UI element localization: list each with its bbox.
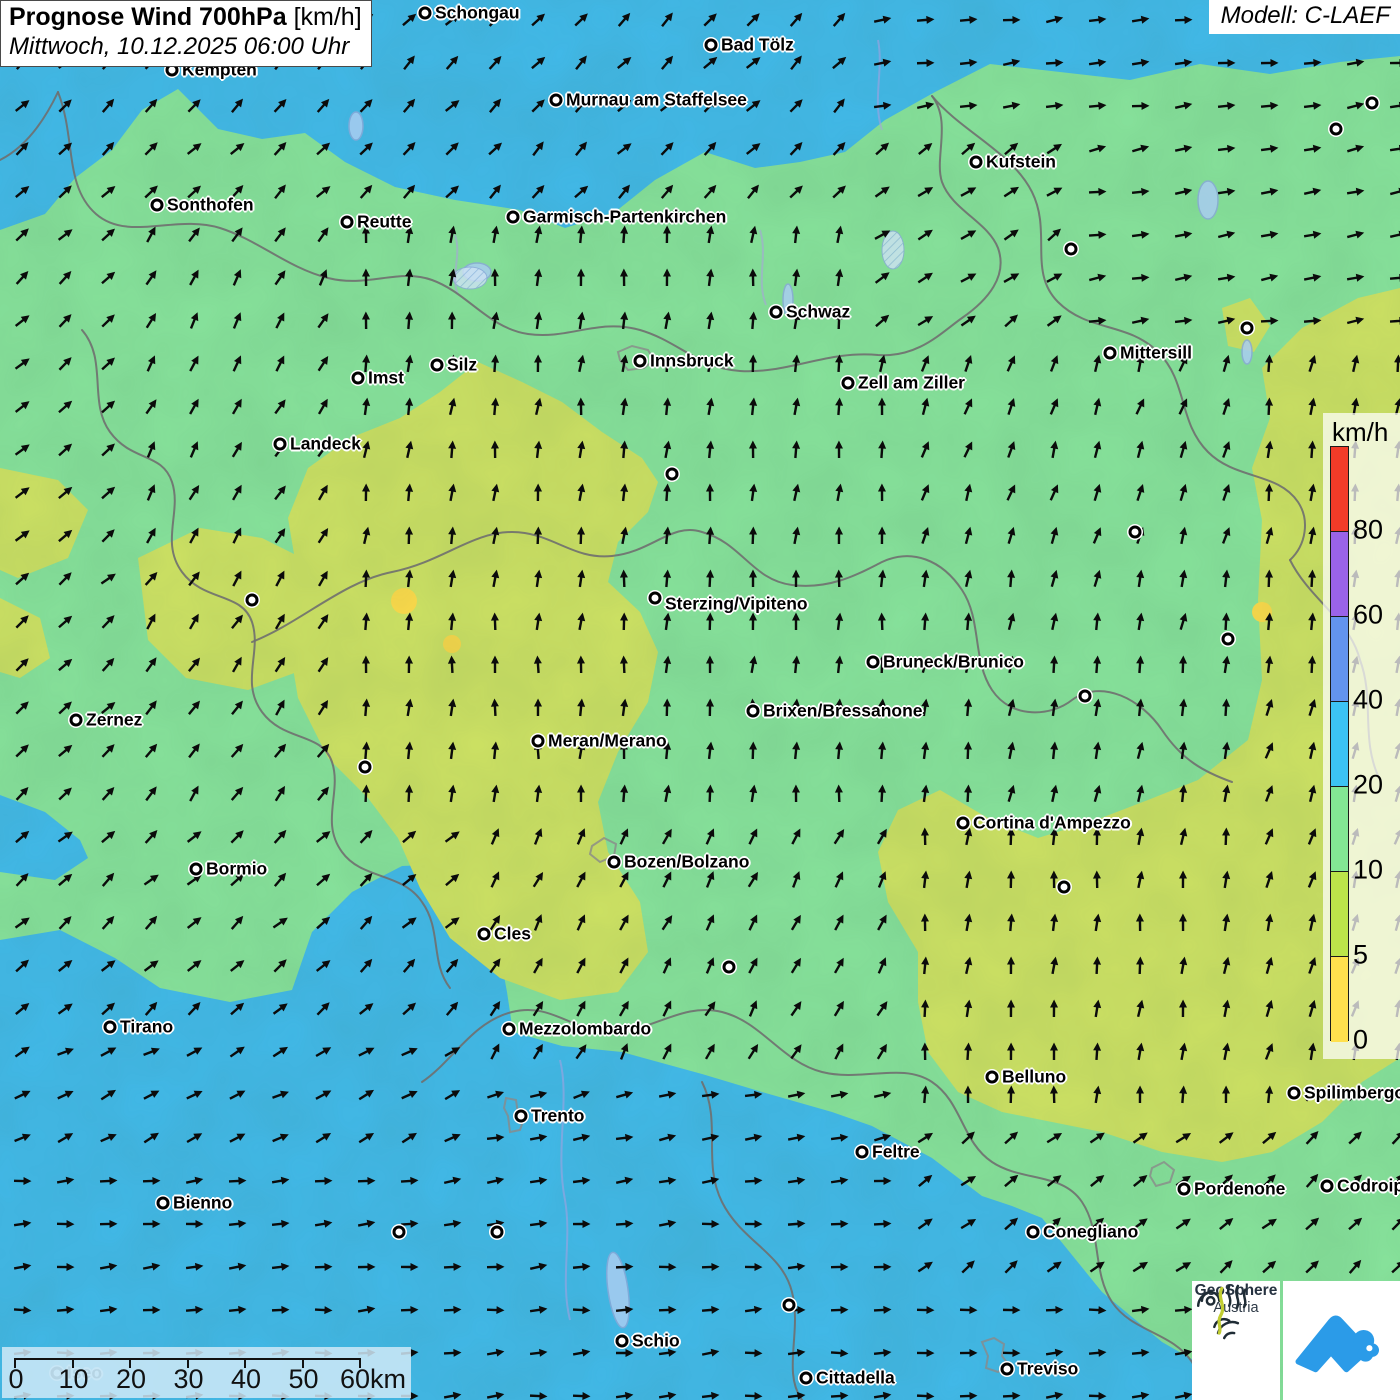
legend-tick-0: 0: [1353, 1024, 1368, 1055]
legend-color-bar: [1330, 446, 1349, 1041]
legend-title: km/h: [1332, 417, 1388, 448]
forecast-datetime: Mittwoch, 10.12.2025 06:00 Uhr: [9, 33, 362, 61]
scale-label-0: 0: [8, 1364, 23, 1395]
legend-segment-5: [1331, 872, 1348, 957]
scale-label-20: 20: [116, 1364, 146, 1395]
legend-segment-0: [1331, 957, 1348, 1042]
mountain-cloud-icon: [1283, 1281, 1379, 1377]
scale-label-30: 30: [173, 1364, 203, 1395]
scale-label-60km: 60km: [340, 1364, 406, 1395]
legend-tick-10: 10: [1353, 854, 1383, 885]
legend-segment-20: [1331, 702, 1348, 787]
forecast-title-box: Prognose Wind 700hPa [km/h] Mittwoch, 10…: [0, 0, 372, 67]
geosphere-logo: GeoSphere Austria: [1192, 1281, 1280, 1400]
legend-tick-60: 60: [1353, 599, 1383, 630]
terrain-shading: [0, 0, 1400, 1400]
legend-tick-20: 20: [1353, 769, 1383, 800]
wind-forecast-map: SchongauBad TölzKemptenMurnau am Staffel…: [0, 0, 1400, 1400]
scale-label-40: 40: [231, 1364, 261, 1395]
mountain-cloud-logo: [1283, 1281, 1400, 1400]
legend-tick-80: 80: [1353, 514, 1383, 545]
scale-label-10: 10: [58, 1364, 88, 1395]
legend-segment-60: [1331, 532, 1348, 617]
legend-segment-80: [1331, 447, 1348, 532]
map-scale-bar: 0 10 20 30 40 50 60km: [2, 1347, 411, 1398]
page-title: Prognose Wind 700hPa [km/h]: [9, 3, 362, 32]
scale-label-50: 50: [288, 1364, 318, 1395]
model-name-box: Modell: C-LAEF: [1209, 0, 1400, 34]
legend-segment-40: [1331, 617, 1348, 702]
title-main: Prognose Wind 700hPa: [9, 3, 287, 31]
title-unit: [km/h]: [287, 3, 362, 31]
legend-tick-40: 40: [1353, 684, 1383, 715]
map-canvas: [0, 0, 1400, 1400]
legend-segment-10: [1331, 787, 1348, 872]
wind-speed-legend: km/h 80 60 40 20 10 5 0: [1323, 413, 1400, 1059]
geosphere-icon: [1192, 1281, 1254, 1343]
legend-tick-5: 5: [1353, 939, 1368, 970]
